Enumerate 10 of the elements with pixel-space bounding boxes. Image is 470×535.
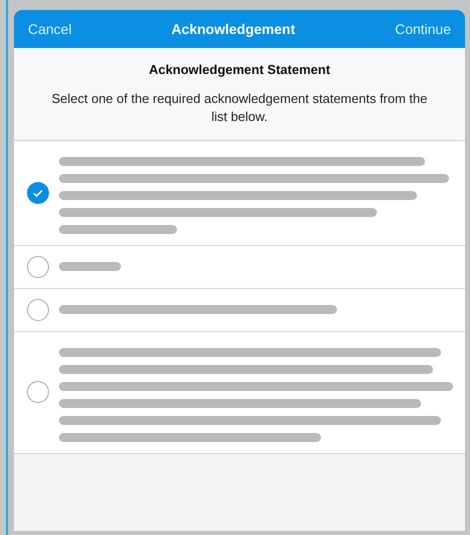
continue-button[interactable]: Continue xyxy=(394,18,451,40)
radio-button[interactable] xyxy=(27,298,49,320)
checked-radio-icon[interactable] xyxy=(27,182,49,204)
instructions-text: Select one of the required acknowledgement statements from the list below. xyxy=(50,90,428,126)
dialog-title: Acknowledgement xyxy=(171,20,296,39)
radio-button[interactable] xyxy=(27,256,49,278)
cancel-button[interactable]: Cancel xyxy=(28,18,72,40)
blurred-text-drawing xyxy=(59,260,121,272)
section-heading: Acknowledgement Statement xyxy=(148,61,330,79)
radio-button[interactable] xyxy=(27,381,49,403)
